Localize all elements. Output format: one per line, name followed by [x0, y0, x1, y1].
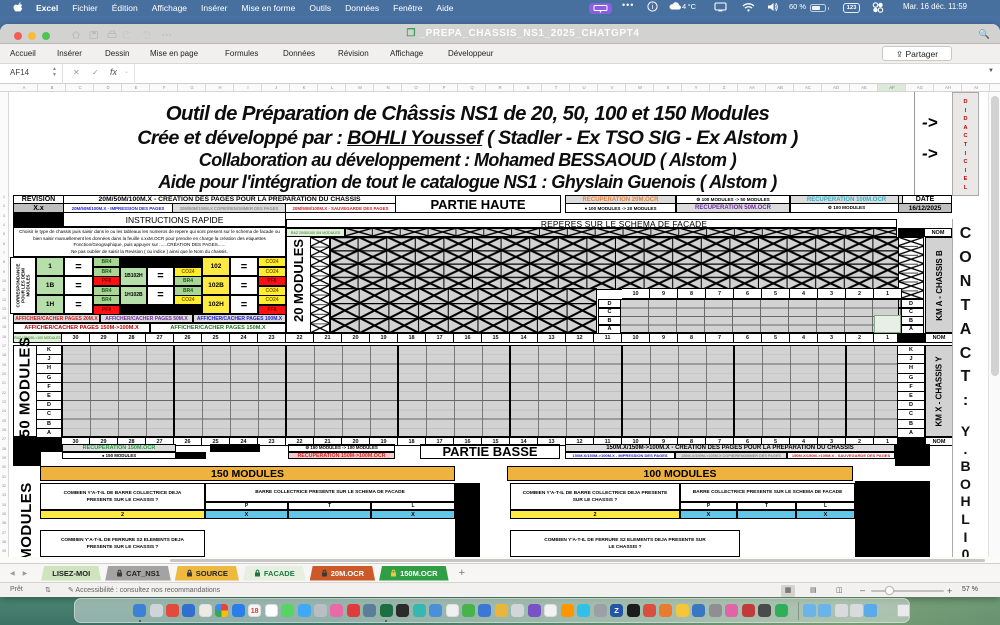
svg-text:i: i	[652, 2, 654, 11]
